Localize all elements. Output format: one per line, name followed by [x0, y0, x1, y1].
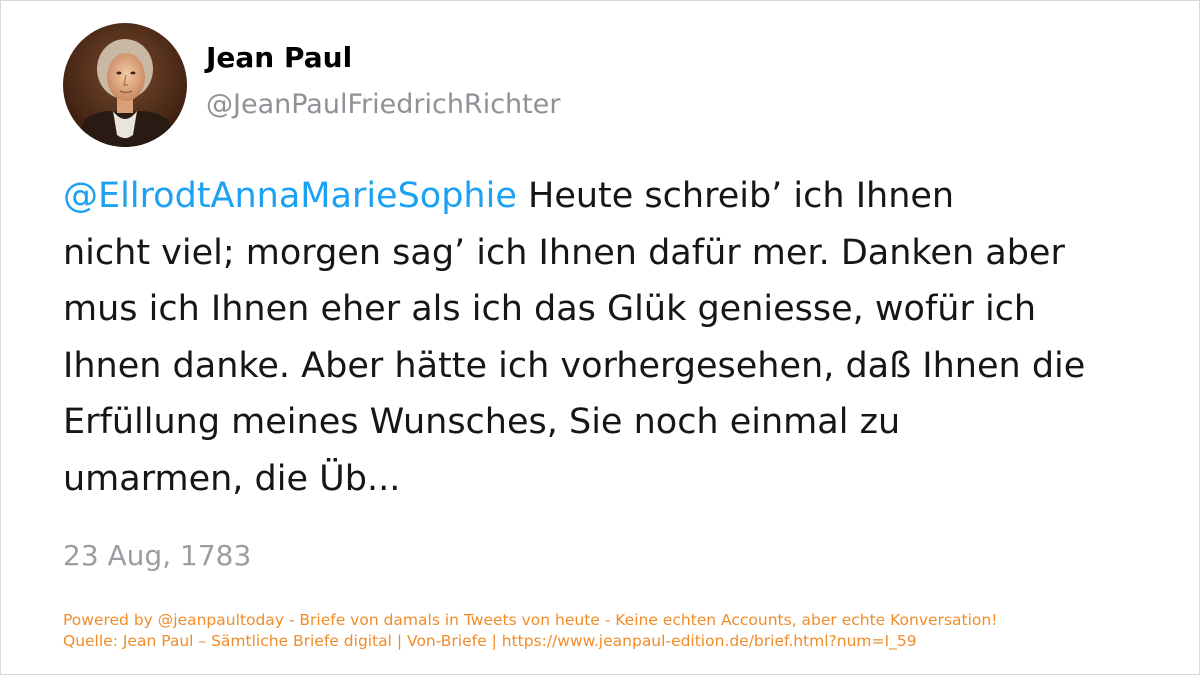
tweet-line: Erfüllung meines Wunsches, Sie noch einm… [63, 402, 901, 442]
author-handle[interactable]: @JeanPaulFriedrichRichter [206, 89, 560, 120]
tweet-line: nicht viel; morgen sag’ ich Ihnen dafür … [63, 232, 1065, 273]
tweet-line: mus ich Ihnen eher als ich das Glük geni… [63, 289, 1037, 329]
tweet-date: 23 Aug, 1783 [63, 539, 252, 572]
tweet-line: Heute schreib’ ich Ihnen [516, 176, 955, 216]
avatar-portrait-image [63, 23, 187, 147]
tweet-card: Jean Paul @JeanPaulFriedrichRichter @Ell… [0, 0, 1200, 675]
footer-source: Quelle: Jean Paul – Sämtliche Briefe dig… [63, 632, 917, 650]
author-name[interactable]: Jean Paul [206, 41, 352, 74]
mention-link[interactable]: @EllrodtAnnaMarieSophie [63, 176, 517, 216]
portrait-avatar-icon[interactable] [63, 23, 187, 147]
footer-powered-by: Powered by @jeanpaultoday - Briefe von d… [63, 611, 998, 629]
footer: Powered by @jeanpaultoday - Briefe von d… [63, 610, 997, 652]
tweet-text: @EllrodtAnnaMarieSophie Heute schreib’ i… [63, 168, 1163, 507]
tweet-line: Ihnen danke. Aber hätte ich vorhergesehe… [63, 345, 1086, 386]
tweet-line: umarmen, die Üb... [63, 458, 401, 499]
